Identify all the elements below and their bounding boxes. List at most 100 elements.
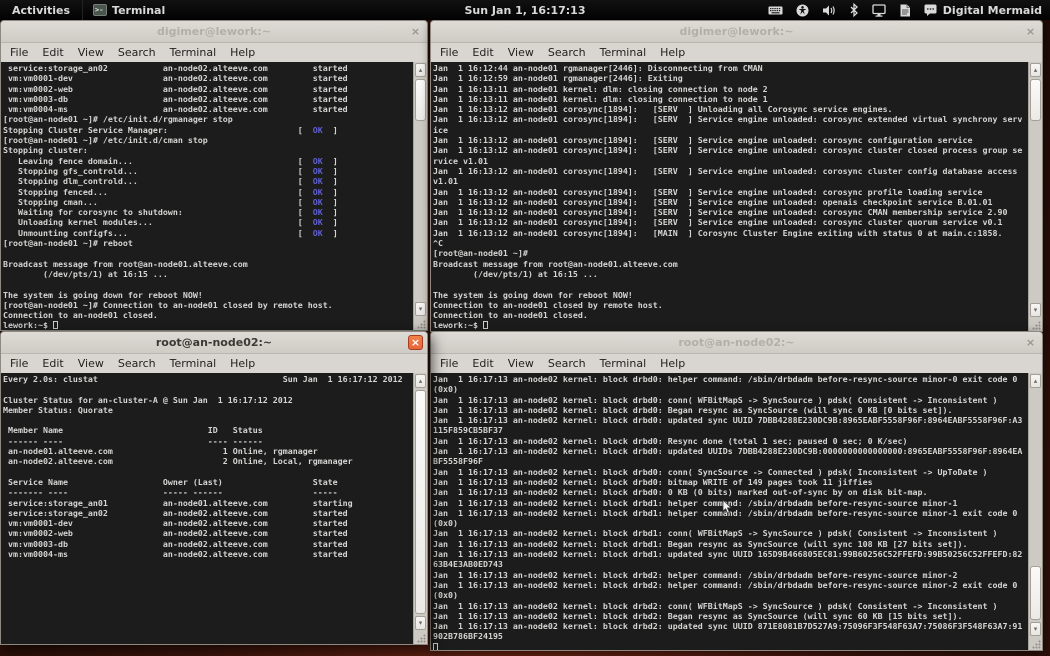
terminal-output[interactable]: Jan 1 16:12:44 an-node01 rgmanager[2446]… [431,62,1028,331]
terminal-line: Jan 1 16:17:13 an-node02 kernel: block d… [433,415,1028,425]
scrollbar[interactable]: ▴ ▾ [413,373,427,644]
menu-view[interactable]: View [501,357,541,370]
terminal-line: Cluster Status for an-cluster-A @ Sun Ja… [3,395,413,405]
bluetooth-icon[interactable] [849,3,859,17]
terminal-window-bottom-left[interactable]: root@an-node02:~ × FileEditViewSearchTer… [0,331,428,645]
scroll-up-button[interactable]: ▴ [1030,63,1041,77]
scroll-up-button[interactable]: ▴ [1030,374,1041,388]
menu-help[interactable]: Help [223,46,262,59]
terminal-line: Jan 1 16:13:11 an-node01 kernel: dlm: cl… [433,84,1028,94]
display-icon[interactable] [872,4,886,17]
terminal-line: service:storage_an02 an-node02.alteeve.c… [3,63,413,73]
scrollbar-thumb[interactable] [1030,79,1041,121]
menu-help[interactable]: Help [223,357,262,370]
menu-edit[interactable]: Edit [35,357,70,370]
terminal-output[interactable]: Every 2.0s: clustat Sun Jan 1 16:17:12 2… [1,373,413,644]
terminal-line: 63B4E3AB0ED743 [433,559,1028,569]
resize-grip[interactable] [1029,318,1042,331]
menu-bar: FileEditViewSearchTerminalHelp [1,354,427,373]
menu-file[interactable]: File [433,357,465,370]
terminal-line: vm:vm0001-dev an-node02.alteeve.com star… [3,518,413,528]
app-menu-terminal[interactable]: >- Terminal [82,0,175,20]
scrollbar-trough[interactable] [415,78,426,301]
terminal-line: Unloading kernel modules... [ OK ] [3,217,413,227]
terminal-line: Jan 1 16:13:12 an-node01 corosync[1894]:… [433,207,1028,217]
terminal-line: Jan 1 16:13:12 an-node01 corosync[1894]:… [433,197,1028,207]
terminal-line: vm:vm0002-web an-node02.alteeve.com star… [3,528,413,538]
menu-search[interactable]: Search [541,357,593,370]
scrollbar[interactable]: ▴ ▾ [1028,373,1042,650]
terminal-window-top-right[interactable]: digimer@lework:~ × FileEditViewSearchTer… [430,20,1043,332]
menu-terminal[interactable]: Terminal [163,357,224,370]
window-titlebar[interactable]: digimer@lework:~ × [1,21,427,43]
terminal-window-bottom-right[interactable]: root@an-node02:~ × FileEditViewSearchTer… [430,331,1043,651]
terminal-line: Jan 1 16:13:12 an-node01 corosync[1894]:… [433,135,1028,145]
terminal-line: [root@an-node01 ~]# Connection to an-nod… [3,300,413,310]
terminal-line: Connection to an-node01 closed by remote… [433,300,1028,310]
scrollbar[interactable]: ▴ ▾ [1028,62,1042,331]
menu-view[interactable]: View [71,46,111,59]
terminal-line: Jan 1 16:12:44 an-node01 rgmanager[2446]… [433,63,1028,73]
menu-help[interactable]: Help [653,357,692,370]
menu-search[interactable]: Search [541,46,593,59]
scrollbar-trough[interactable] [1030,389,1041,621]
menu-file[interactable]: File [3,46,35,59]
terminal-line: Jan 1 16:17:13 an-node02 kernel: block d… [433,395,1028,405]
user-menu[interactable]: Digital Mermaid [924,4,1042,17]
scrollbar-thumb[interactable] [415,390,426,614]
terminal-line: Member Status: Quorate [3,405,413,415]
close-button[interactable]: × [1023,24,1038,39]
scroll-down-button[interactable]: ▾ [415,616,426,630]
menu-terminal[interactable]: Terminal [163,46,224,59]
scroll-down-button[interactable]: ▾ [1030,303,1041,317]
terminal-window-top-left[interactable]: digimer@lework:~ × FileEditViewSearchTer… [0,20,428,331]
accessibility-icon[interactable] [796,4,809,17]
menu-help[interactable]: Help [653,46,692,59]
terminal-line: Jan 1 16:17:13 an-node02 kernel: block d… [433,549,1028,559]
menu-terminal[interactable]: Terminal [593,357,654,370]
terminal-line: Jan 1 16:13:12 an-node01 corosync[1894]:… [433,217,1028,227]
scrollbar-thumb[interactable] [415,79,426,121]
menu-edit[interactable]: Edit [35,46,70,59]
menu-view[interactable]: View [71,357,111,370]
menu-edit[interactable]: Edit [465,357,500,370]
scroll-down-button[interactable]: ▾ [415,302,426,316]
terminal-line: [root@an-node01 ~]# /etc/init.d/cman sto… [3,135,413,145]
menu-file[interactable]: File [433,46,465,59]
scroll-up-button[interactable]: ▴ [415,374,426,388]
menu-search[interactable]: Search [111,46,163,59]
window-titlebar[interactable]: digimer@lework:~ × [431,21,1042,43]
keyboard-layout-icon[interactable] [768,4,783,17]
scrollbar-thumb[interactable] [1030,566,1041,620]
scroll-down-button[interactable]: ▾ [1030,622,1041,636]
resize-grip[interactable] [1029,637,1042,650]
menu-search[interactable]: Search [111,357,163,370]
menu-view[interactable]: View [501,46,541,59]
scroll-up-button[interactable]: ▴ [415,63,426,77]
resize-grip[interactable] [414,317,427,330]
gnome-top-bar: Activities >- Terminal Sun Jan 1, 16:17:… [0,0,1050,20]
menu-edit[interactable]: Edit [465,46,500,59]
volume-icon[interactable] [822,4,836,17]
activities-button[interactable]: Activities [0,0,82,20]
terminal-output[interactable]: service:storage_an02 an-node02.alteeve.c… [1,62,413,330]
scroll-up-icon: ▴ [1034,378,1038,385]
close-button[interactable]: × [408,24,423,39]
scrollbar-trough[interactable] [1030,78,1041,302]
scroll-down-icon: ▾ [419,306,423,313]
menu-file[interactable]: File [3,357,35,370]
window-titlebar[interactable]: root@an-node02:~ × [431,332,1042,354]
scroll-down-icon: ▾ [1034,307,1038,314]
notes-icon[interactable] [899,4,911,17]
resize-grip[interactable] [414,631,427,644]
window-titlebar[interactable]: root@an-node02:~ × [1,332,427,354]
scrollbar[interactable]: ▴ ▾ [413,62,427,330]
close-button[interactable]: × [408,335,423,350]
terminal-line: (/dev/pts/1) at 16:15 ... [3,269,413,279]
scroll-up-icon: ▴ [1034,67,1038,74]
terminal-line: rvice v1.01 [433,156,1028,166]
menu-terminal[interactable]: Terminal [593,46,654,59]
scrollbar-trough[interactable] [415,389,426,615]
close-button[interactable]: × [1023,335,1038,350]
clock[interactable]: Sun Jan 1, 16:17:13 [465,0,586,20]
